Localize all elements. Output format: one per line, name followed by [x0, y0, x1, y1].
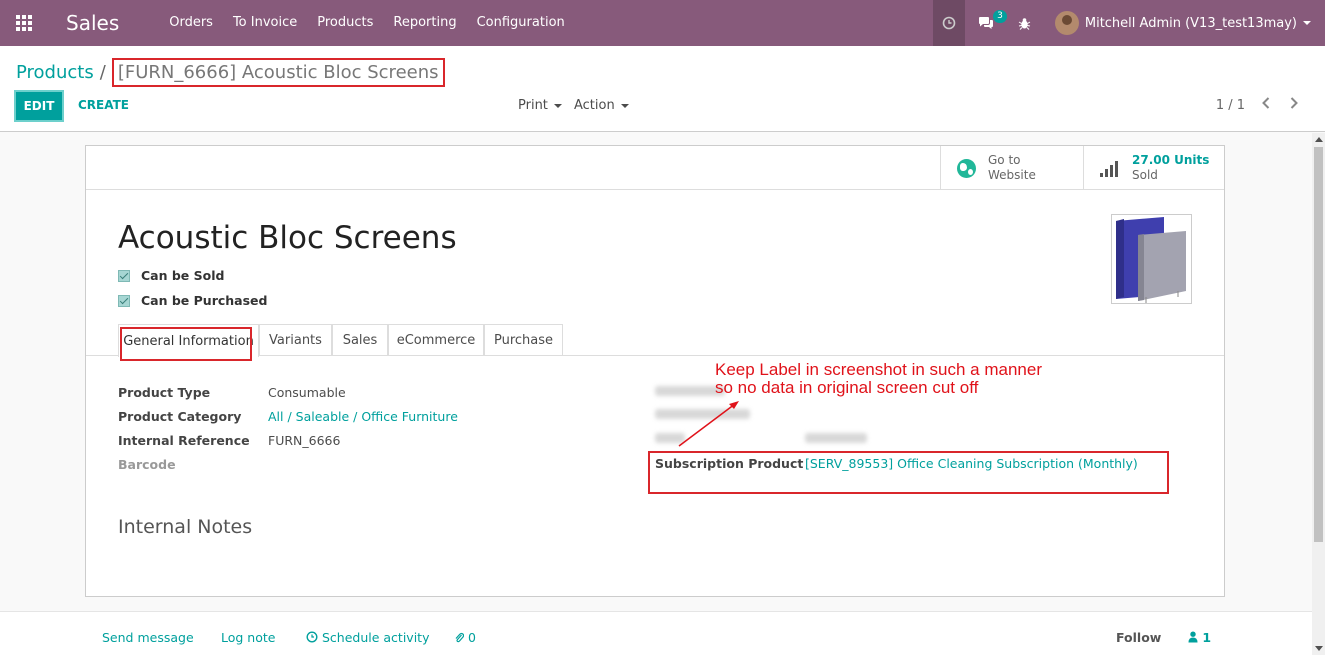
- apps-menu-button[interactable]: [0, 0, 48, 46]
- chat-bubbles-icon: [978, 17, 993, 29]
- pager-next-button[interactable]: [1289, 96, 1299, 114]
- subscription-highlight-box: [648, 451, 1169, 494]
- internal-notes-title: Internal Notes: [118, 516, 253, 538]
- barcode-label: Barcode: [118, 457, 176, 472]
- print-label: Print: [518, 98, 548, 113]
- chevron-down-icon: [1303, 21, 1311, 25]
- create-button[interactable]: CREATE: [78, 98, 129, 112]
- chevron-down-icon: [620, 103, 629, 108]
- can-be-sold-label: Can be Sold: [141, 268, 225, 283]
- notebook-tabs: General Information Variants Sales eComm…: [86, 324, 1224, 357]
- edit-button[interactable]: EDIT: [14, 90, 64, 122]
- messaging-button[interactable]: 3: [965, 0, 1007, 46]
- tab-highlight-box: [120, 327, 252, 361]
- internal-reference-label: Internal Reference: [118, 433, 250, 448]
- scrollbar-thumb[interactable]: [1314, 147, 1323, 542]
- user-name: Mitchell Admin (V13_test13may): [1084, 15, 1297, 31]
- website-line1: Go to: [988, 153, 1021, 167]
- menu-to-invoice[interactable]: To Invoice: [223, 0, 307, 46]
- menu-orders[interactable]: Orders: [159, 0, 223, 46]
- menu-configuration[interactable]: Configuration: [467, 0, 575, 46]
- avatar: [1054, 11, 1079, 35]
- schedule-activity-label: Schedule activity: [321, 630, 430, 645]
- annotation-line1: Keep Label in screenshot in such a manne…: [715, 360, 1042, 379]
- can-be-purchased-row: Can be Purchased: [118, 293, 267, 308]
- annotation-line2: so no data in original screen cut off: [715, 378, 979, 397]
- website-button-text: Go to Website: [988, 153, 1036, 183]
- action-dropdown[interactable]: Action: [574, 98, 629, 113]
- breadcrumb-products-link[interactable]: Products: [16, 62, 94, 83]
- chevron-down-icon: [553, 103, 562, 108]
- user-icon: [1188, 631, 1198, 643]
- app-brand[interactable]: Sales: [48, 11, 159, 35]
- units-sold-button[interactable]: 27.00 Units Sold: [1083, 146, 1224, 190]
- top-navbar: Sales Orders To Invoice Products Reporti…: [0, 0, 1325, 46]
- bar-chart-icon: [1100, 159, 1120, 177]
- annotation-arrow-icon: [678, 401, 739, 447]
- product-form-sheet: Go to Website 27.00 Units Sold Acoustic …: [85, 145, 1225, 597]
- followers-button[interactable]: 1: [1188, 630, 1211, 645]
- tab-purchase[interactable]: Purchase: [484, 324, 563, 356]
- menu-reporting[interactable]: Reporting: [383, 0, 466, 46]
- units-sold-text: 27.00 Units Sold: [1132, 153, 1209, 183]
- globe-icon: [957, 158, 976, 178]
- blurred-field-value: [805, 433, 867, 443]
- debug-button[interactable]: [1007, 0, 1043, 46]
- can-be-purchased-checkbox[interactable]: [118, 294, 130, 307]
- scroll-down-arrow-icon[interactable]: [1315, 646, 1323, 651]
- print-dropdown[interactable]: Print: [518, 98, 562, 113]
- breadcrumb-current: [FURN_6666] Acoustic Bloc Screens: [111, 58, 445, 87]
- tab-variants[interactable]: Variants: [259, 324, 332, 356]
- breadcrumb: Products / [FURN_6666] Acoustic Bloc Scr…: [16, 58, 445, 87]
- clock-icon: [306, 631, 318, 643]
- smart-button-box: Go to Website 27.00 Units Sold: [86, 146, 1224, 190]
- action-label: Action: [574, 98, 615, 113]
- log-note-button[interactable]: Log note: [221, 630, 275, 645]
- clock-icon: [942, 16, 956, 30]
- can-be-sold-row: Can be Sold: [118, 268, 224, 283]
- product-category-link[interactable]: All / Saleable / Office Furniture: [268, 409, 458, 424]
- product-type-value: Consumable: [268, 385, 346, 400]
- send-message-button[interactable]: Send message: [102, 630, 194, 645]
- can-be-purchased-label: Can be Purchased: [141, 293, 268, 308]
- chevron-left-icon: [1262, 97, 1270, 109]
- chatter-bar: Send message Log note Schedule activity …: [0, 611, 1312, 655]
- internal-reference-value: FURN_6666: [268, 433, 341, 448]
- pager-value[interactable]: 1 / 1: [1216, 98, 1245, 113]
- can-be-sold-checkbox[interactable]: [118, 269, 130, 282]
- website-line2: Website: [988, 168, 1036, 182]
- followers-count: 1: [1202, 630, 1212, 645]
- scroll-up-arrow-icon[interactable]: [1315, 137, 1323, 142]
- product-title: Acoustic Bloc Screens: [118, 220, 457, 256]
- breadcrumb-separator: /: [99, 62, 106, 83]
- paperclip-icon: [455, 632, 465, 643]
- chevron-right-icon: [1290, 97, 1298, 109]
- annotation-text: Keep Label in screenshot in such a manne…: [715, 361, 1042, 397]
- messages-count-badge: 3: [993, 10, 1007, 23]
- product-type-label: Product Type: [118, 385, 211, 400]
- vertical-scrollbar[interactable]: [1312, 133, 1325, 655]
- apps-grid-icon: [16, 15, 32, 31]
- attachments-count: 0: [467, 630, 476, 645]
- activity-button[interactable]: [932, 0, 965, 46]
- units-sold-value: 27.00 Units: [1132, 153, 1210, 167]
- go-to-website-button[interactable]: Go to Website: [940, 146, 1083, 190]
- acoustic-screen-image: [1116, 217, 1186, 303]
- user-menu[interactable]: Mitchell Admin (V13_test13may): [1043, 11, 1325, 35]
- follow-button[interactable]: Follow: [1116, 630, 1161, 645]
- control-panel: Products / [FURN_6666] Acoustic Bloc Scr…: [0, 46, 1325, 132]
- product-category-label: Product Category: [118, 409, 242, 424]
- systray: 3 Mitchell Admin (V13_test13may): [932, 0, 1325, 46]
- tab-ecommerce[interactable]: eCommerce: [388, 324, 484, 356]
- tab-sales[interactable]: Sales: [332, 324, 388, 356]
- menu-products[interactable]: Products: [307, 0, 383, 46]
- product-image[interactable]: [1111, 214, 1192, 304]
- schedule-activity-button[interactable]: Schedule activity: [306, 630, 429, 645]
- pager-previous-button[interactable]: [1261, 96, 1271, 114]
- attachments-button[interactable]: 0: [454, 630, 476, 645]
- bug-icon: [1019, 17, 1031, 30]
- units-sold-label: Sold: [1132, 168, 1158, 182]
- main-menu: Orders To Invoice Products Reporting Con…: [159, 0, 575, 46]
